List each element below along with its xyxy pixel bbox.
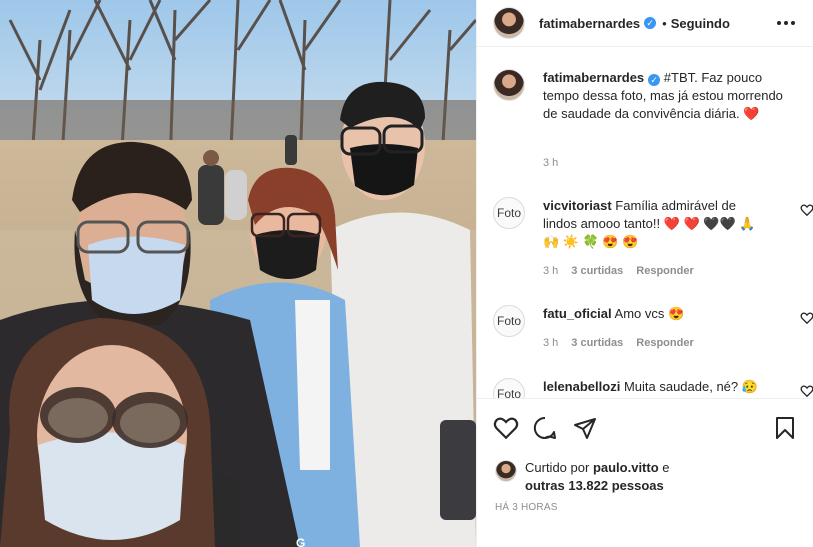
comment-likes[interactable]: 3 curtidas <box>571 265 623 277</box>
comment-icon[interactable] <box>533 416 557 440</box>
comment-time: 3 h <box>543 265 559 277</box>
caption-emoji: ❤️ <box>743 106 760 121</box>
likes-prefix: Curtido por <box>525 460 590 475</box>
post-header: fatimabernardes ✓ • Seguindo <box>477 0 813 47</box>
following-button[interactable]: Seguindo <box>671 16 730 31</box>
comments-list[interactable]: fatimabernardes ✓ #TBT. Faz pouco tempo d… <box>477 48 813 398</box>
post-side-panel: fatimabernardes ✓ • Seguindo fatimaberna… <box>476 0 813 547</box>
comment-item: Foto fatu_oficial Amo vcs 😍 3 h 3 curtid… <box>493 305 813 365</box>
comment-username[interactable]: vicvitoriast <box>543 198 612 213</box>
comment-username[interactable]: lelenabellozi <box>543 379 620 394</box>
liker-avatar[interactable] <box>495 460 517 482</box>
reply-button[interactable]: Responder <box>636 265 693 277</box>
likes-connector: e <box>662 460 670 475</box>
comment-avatar[interactable]: Foto <box>493 378 525 398</box>
post-actions: Curtido por paulo.vitto e outras 13.822 … <box>477 398 813 547</box>
comment-item: Foto vicvitoriast Família admirável de l… <box>493 197 813 287</box>
comment-emoji: 😥 <box>741 379 758 394</box>
comment-item: Foto lelenabellozi Muita saudade, né? 😥 <box>493 378 813 398</box>
share-icon[interactable] <box>573 416 597 440</box>
liker-username[interactable]: paulo.vitto <box>593 460 659 475</box>
comment-text: Muita saudade, né? <box>623 379 739 394</box>
like-comment-heart-icon[interactable] <box>800 311 813 325</box>
comment-likes[interactable]: 3 curtidas <box>571 337 623 349</box>
post-photo-illustration <box>0 0 476 547</box>
like-comment-heart-icon[interactable] <box>800 384 813 398</box>
header-separator: • <box>662 15 667 31</box>
comment-avatar[interactable]: Foto <box>493 305 525 337</box>
author-avatar[interactable] <box>493 7 525 39</box>
comment-text: Amo vcs <box>614 306 665 321</box>
caption-username[interactable]: fatimabernardes <box>543 70 644 85</box>
reply-button[interactable]: Responder <box>636 337 693 349</box>
caption-time: 3 h <box>543 157 559 169</box>
comment-emoji: 😍 <box>668 306 685 321</box>
like-heart-icon[interactable] <box>493 416 519 440</box>
comment-username[interactable]: fatu_oficial <box>543 306 612 321</box>
author-username[interactable]: fatimabernardes <box>539 16 640 31</box>
verified-badge-icon: ✓ <box>648 74 661 86</box>
post-caption: fatimabernardes ✓ #TBT. Faz pouco tempo d… <box>493 69 798 169</box>
likes-others[interactable]: outras 13.822 pessoas <box>525 478 664 493</box>
save-bookmark-icon[interactable] <box>775 416 795 440</box>
like-comment-heart-icon[interactable] <box>800 203 813 217</box>
likes-summary: Curtido por paulo.vitto e outras 13.822 … <box>495 459 795 495</box>
shirt-text: G <box>296 536 306 547</box>
comment-avatar[interactable]: Foto <box>493 197 525 229</box>
caption-avatar[interactable] <box>493 69 525 101</box>
post-photo[interactable]: G <box>0 0 476 547</box>
post-timestamp[interactable]: HÁ 3 HORAS <box>495 502 558 513</box>
comment-time: 3 h <box>543 337 559 349</box>
more-options-icon[interactable] <box>777 21 795 25</box>
verified-badge-icon: ✓ <box>644 17 657 29</box>
